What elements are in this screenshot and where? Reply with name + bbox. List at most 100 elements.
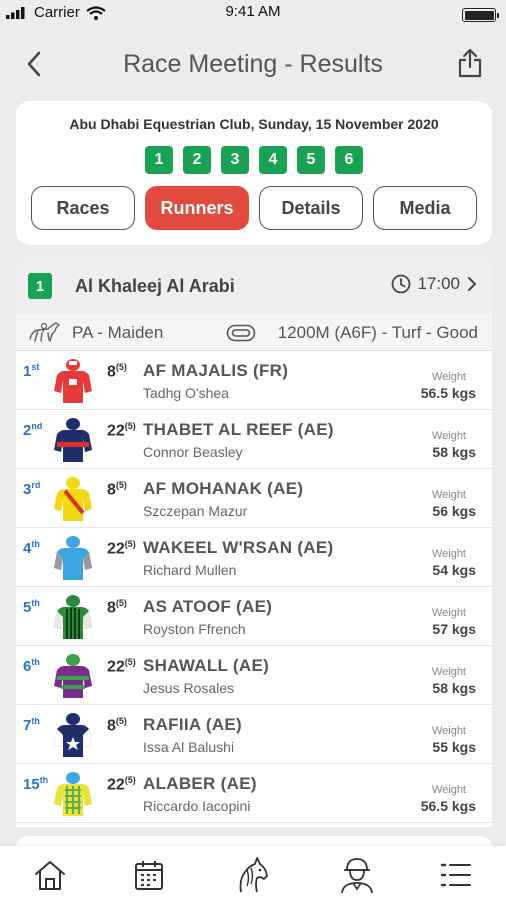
jockey-silk-icon <box>54 477 92 521</box>
page-title: Race Meeting - Results <box>123 50 383 78</box>
weight-value: 58 kgs <box>432 680 476 696</box>
race-number-selector: 1 2 3 4 5 6 <box>16 146 492 174</box>
tab-details[interactable]: Details <box>259 186 363 230</box>
finish-position: 5th <box>23 598 40 616</box>
share-button[interactable] <box>454 46 486 80</box>
runner-row[interactable]: 1st 8(5) AF MAJALIS (FR) Tadhg O'shea We… <box>16 351 492 410</box>
horse-name: RAFIIA (AE) <box>143 715 242 734</box>
tab-media[interactable]: Media <box>373 186 477 230</box>
nav-home[interactable] <box>30 856 70 894</box>
race-number-badge: 1 <box>28 273 52 299</box>
calendar-icon <box>135 861 163 890</box>
tab-bar: Races Runners Details Media <box>31 186 477 230</box>
weight-value: 56 kgs <box>432 503 476 519</box>
weight-value: 56.5 kgs <box>420 385 476 401</box>
status-time: 9:41 AM <box>225 3 281 20</box>
horse-name: AF MAJALIS (FR) <box>143 361 289 380</box>
horse-name: THABET AL REEF (AE) <box>143 420 334 439</box>
jockey-name: Connor Beasley <box>143 444 243 460</box>
runner-row[interactable]: 7th 8(5) RAFIIA (AE) Issa Al Balushi Wei… <box>16 705 492 764</box>
nav-menu[interactable] <box>436 856 476 894</box>
race-number-button[interactable]: 5 <box>297 146 325 174</box>
weight-label: Weight <box>431 607 466 619</box>
share-icon <box>458 48 482 78</box>
finish-position: 2nd <box>23 421 43 439</box>
weight-label: Weight <box>431 548 466 560</box>
horse-name: AS ATOOF (AE) <box>143 597 273 616</box>
finish-position: 15th <box>23 775 49 793</box>
weight-label: Weight <box>431 784 466 796</box>
runner-number: 8(5) <box>107 480 127 499</box>
runner-row[interactable]: 3rd 8(5) AF MOHANAK (AE) Szczepan Mazur … <box>16 469 492 528</box>
horse-racing-icon <box>29 322 60 342</box>
jockey-icon <box>341 858 373 894</box>
jockey-name: Issa Al Balushi <box>143 739 235 755</box>
menu-list-icon <box>440 863 471 887</box>
horse-name: WAKEEL W'RSAN (AE) <box>143 538 334 557</box>
nav-header: Race Meeting - Results <box>0 36 506 92</box>
status-bar: Carrier 9:41 AM <box>0 0 506 28</box>
nav-jockeys[interactable] <box>337 856 377 894</box>
runner-number: 8(5) <box>107 716 127 735</box>
weight-value: 58 kgs <box>432 444 476 460</box>
jockey-silk-icon <box>54 536 92 580</box>
race-name: Al Khaleej Al Arabi <box>75 276 235 296</box>
horse-head-icon <box>239 857 268 893</box>
jockey-name: Richard Mullen <box>143 562 237 578</box>
jockey-silk-icon <box>54 359 92 403</box>
weight-label: Weight <box>431 430 466 442</box>
jockey-silk-icon <box>54 654 92 698</box>
home-icon <box>35 861 65 890</box>
race-number-button[interactable]: 4 <box>259 146 287 174</box>
runner-row[interactable]: 5th 8(5) AS ATOOF (AE) Royston Ffrench W… <box>16 587 492 646</box>
race-details: 1200M (A6F) - Turf - Good <box>277 323 478 342</box>
finish-position: 6th <box>23 657 40 675</box>
runner-number: 22(5) <box>107 539 136 558</box>
jockey-silk-icon <box>54 772 92 816</box>
weight-label: Weight <box>431 371 466 383</box>
nav-horses[interactable] <box>232 856 272 894</box>
race-type: PA - Maiden <box>72 323 164 342</box>
runner-number: 22(5) <box>107 421 136 440</box>
finish-position: 1st <box>23 362 40 380</box>
horse-name: SHAWALL (AE) <box>143 656 270 675</box>
jockey-name: Riccardo Iacopini <box>143 798 251 814</box>
runner-row[interactable]: 2nd 22(5) THABET AL REEF (AE) Connor Bea… <box>16 410 492 469</box>
weight-value: 57 kgs <box>432 621 476 637</box>
weight-label: Weight <box>431 489 466 501</box>
tab-races[interactable]: Races <box>31 186 135 230</box>
tab-runners[interactable]: Runners <box>145 186 249 230</box>
runner-row[interactable]: 4th 22(5) WAKEEL W'RSAN (AE) Richard Mul… <box>16 528 492 587</box>
meeting-card: Abu Dhabi Equestrian Club, Sunday, 15 No… <box>16 101 492 245</box>
race-subheader: PA - Maiden 1200M (A6F) - Turf - Good <box>16 313 492 351</box>
jockey-silk-icon <box>54 713 92 757</box>
runner-number: 8(5) <box>107 362 127 381</box>
jockey-name: Szczepan Mazur <box>143 503 248 519</box>
bottom-nav <box>0 846 506 900</box>
race-time: 17:00 <box>417 274 460 293</box>
weight-value: 54 kgs <box>432 562 476 578</box>
runner-number: 22(5) <box>107 775 136 794</box>
horse-name: ALABER (AE) <box>143 774 257 793</box>
nav-calendar[interactable] <box>129 856 169 894</box>
race-number-button[interactable]: 2 <box>183 146 211 174</box>
finish-position: 7th <box>23 716 40 734</box>
race-number-button[interactable]: 1 <box>145 146 173 174</box>
weight-value: 55 kgs <box>432 739 476 755</box>
jockey-name: Jesus Rosales <box>143 680 235 696</box>
battery-icon <box>462 8 499 22</box>
runner-row[interactable]: 15th 22(5) ALABER (AE) Riccardo Iacopini… <box>16 764 492 823</box>
meeting-info: Abu Dhabi Equestrian Club, Sunday, 15 No… <box>69 116 439 132</box>
weight-label: Weight <box>431 725 466 737</box>
track-icon <box>226 324 256 342</box>
horse-name: AF MOHANAK (AE) <box>143 479 304 498</box>
jockey-name: Tadhg O'shea <box>143 385 229 401</box>
race-header[interactable]: 1 Al Khaleej Al Arabi 17:00 <box>16 259 492 313</box>
runner-row[interactable]: 6th 22(5) SHAWALL (AE) Jesus Rosales Wei… <box>16 646 492 705</box>
clock-icon <box>392 274 411 294</box>
race-time-group: 17:00 <box>391 274 478 294</box>
finish-position: 4th <box>23 539 40 557</box>
race-number-button[interactable]: 3 <box>221 146 249 174</box>
race-number-button[interactable]: 6 <box>335 146 363 174</box>
chevron-right-icon <box>468 277 476 291</box>
